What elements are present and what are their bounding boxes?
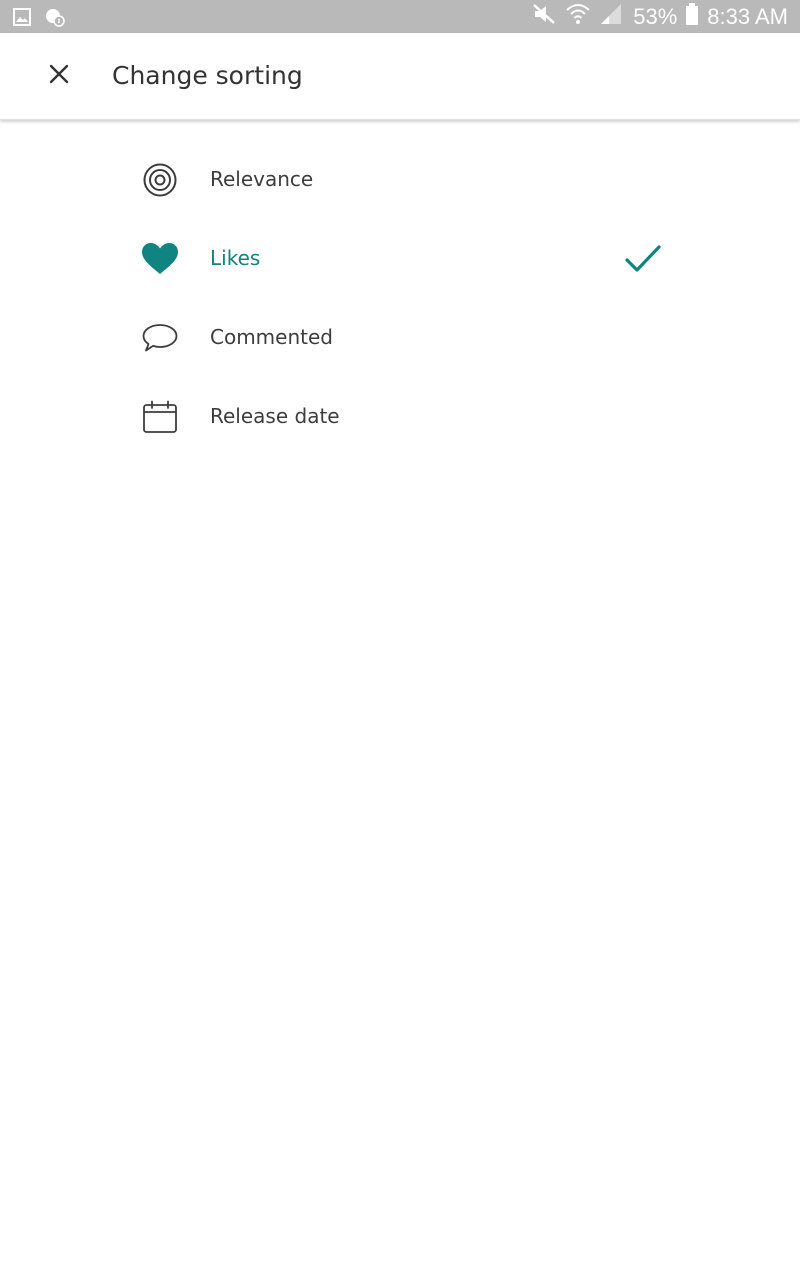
wifi-icon [565,2,591,31]
status-bar: 53% 8:33 AM [0,0,800,33]
page-title: Change sorting [112,61,303,90]
lock-info-icon [44,7,66,32]
checkmark-icon [624,241,662,277]
close-icon [49,64,69,89]
app-bar: Change sorting [0,33,800,120]
sort-option-label: Relevance [210,167,314,191]
sort-option-label: Likes [210,246,261,270]
comment-icon [140,318,180,358]
battery-icon [685,2,699,31]
sort-option-likes[interactable]: Likes [0,219,800,298]
sort-options-list: Relevance Likes Commented Release date [0,140,800,456]
target-icon [140,160,180,200]
signal-icon [599,2,625,31]
sort-option-label: Commented [210,325,333,349]
close-button[interactable] [36,53,82,99]
mute-icon [531,2,557,31]
clock: 8:33 AM [707,4,788,29]
sort-option-release-date[interactable]: Release date [0,377,800,456]
calendar-icon [140,397,180,437]
sort-option-label: Release date [210,404,340,428]
sort-option-relevance[interactable]: Relevance [0,140,800,219]
battery-percent: 53% [633,4,678,29]
sort-option-commented[interactable]: Commented [0,298,800,377]
heart-icon [140,239,180,279]
gallery-icon [12,7,32,32]
